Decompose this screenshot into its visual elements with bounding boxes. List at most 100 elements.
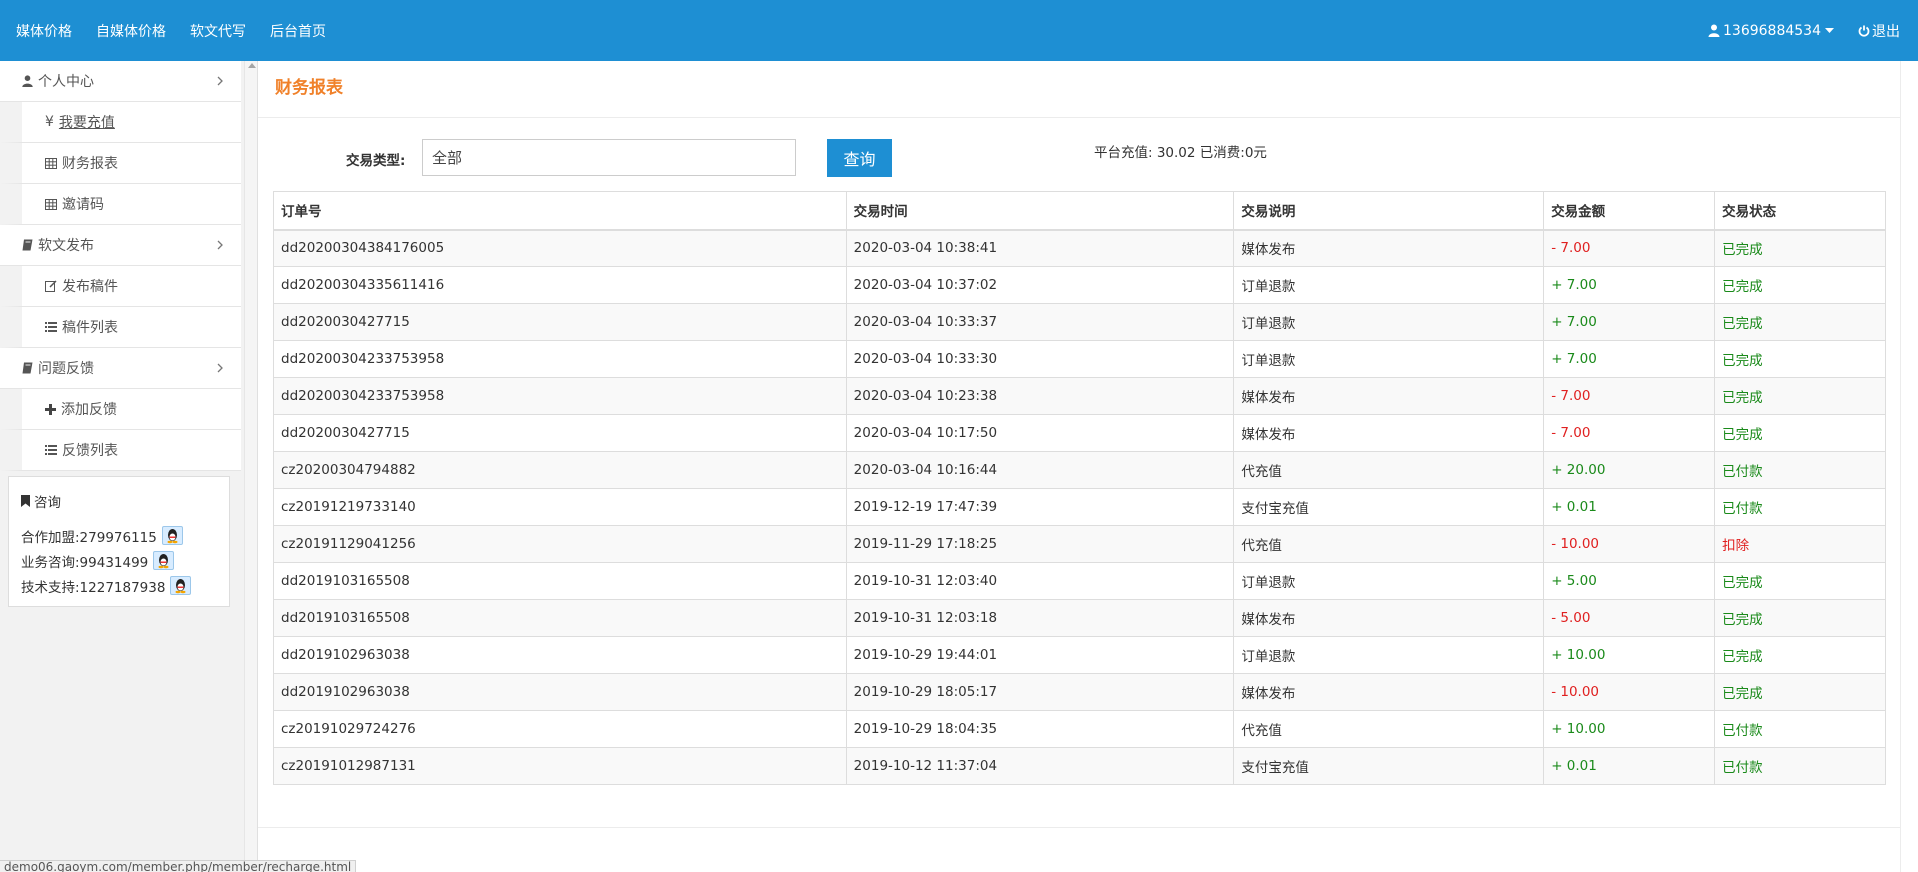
cell-status: 已完成	[1714, 562, 1886, 600]
cell-description: 订单退款	[1233, 303, 1545, 341]
book-icon	[22, 362, 33, 374]
cell-time: 2020-03-04 10:37:02	[845, 266, 1235, 304]
table-row: dd2019102963038 2019-10-29 18:05:17 媒体发布 - …	[273, 673, 1886, 711]
yen-icon: ¥	[45, 114, 54, 130]
table-row: dd2019103165508 2019-10-31 12:03:40 订单退款 + …	[273, 562, 1886, 600]
consult-tech-support: 技术支持:1227187938	[21, 579, 166, 596]
cell-order-no: cz20191219733140	[273, 488, 847, 526]
edit-icon	[45, 280, 57, 292]
cell-amount: - 7.00	[1543, 414, 1716, 452]
cell-time: 2019-10-29 18:04:35	[845, 710, 1235, 748]
table-row: dd20200304384176005 2020-03-04 10:38:41 媒体…	[273, 229, 1886, 267]
cell-time: 2019-12-19 17:47:39	[845, 488, 1235, 526]
cell-description: 代充值	[1233, 710, 1545, 748]
cell-status: 已付款	[1714, 451, 1886, 489]
table-body: dd20200304384176005 2020-03-04 10:38:41 媒体…	[273, 229, 1886, 785]
qq-icon[interactable]	[161, 526, 183, 545]
consult-title-label: 咨询	[34, 495, 61, 511]
cell-amount: - 10.00	[1543, 673, 1716, 711]
menu-group-feedback[interactable]: 问题反馈	[0, 348, 241, 389]
balance-summary: 平台充值: 30.02 已消费:0元	[1094, 145, 1267, 161]
consult-row: 技术支持:1227187938	[21, 573, 217, 598]
scroll-up-arrow-icon[interactable]	[248, 63, 256, 68]
nav-admin-home[interactable]: 后台首页	[270, 21, 326, 41]
bookmark-icon	[21, 495, 30, 507]
consult-panel: 咨询 合作加盟:279976115 业务咨询:99431499 技术支持:122…	[8, 476, 230, 607]
consult-title: 咨询	[21, 491, 217, 511]
cell-description: 支付宝充值	[1233, 488, 1545, 526]
cell-time: 2019-10-12 11:37:04	[845, 747, 1235, 785]
cell-description: 支付宝充值	[1233, 747, 1545, 785]
logout-button[interactable]: 退出	[1858, 21, 1900, 41]
cell-status: 已完成	[1714, 377, 1886, 415]
list-icon	[45, 445, 57, 455]
page-title: 财务报表	[275, 78, 343, 98]
cell-status: 已付款	[1714, 710, 1886, 748]
nav-ghostwriting[interactable]: 软文代写	[190, 21, 246, 41]
cell-order-no: cz20191129041256	[273, 525, 847, 563]
cell-status: 已付款	[1714, 488, 1886, 526]
cell-amount: + 5.00	[1543, 562, 1716, 600]
sidebar-scrollbar[interactable]	[244, 61, 258, 872]
sidebar-item-add-feedback[interactable]: 添加反馈	[0, 389, 241, 430]
cell-description: 媒体发布	[1233, 229, 1545, 267]
chevron-right-icon	[217, 74, 223, 90]
nav-media-price[interactable]: 媒体价格	[16, 21, 72, 41]
cell-time: 2020-03-04 10:33:37	[845, 303, 1235, 341]
table-icon	[45, 198, 57, 210]
sidebar-item-publish-article[interactable]: 发布稿件	[0, 266, 241, 307]
sidebar-item-invite-code[interactable]: 邀请码	[0, 184, 241, 225]
cell-time: 2019-10-31 12:03:18	[845, 599, 1235, 637]
cell-status: 已完成	[1714, 636, 1886, 674]
cell-amount: + 0.01	[1543, 747, 1716, 785]
menu-group-label: 个人中心	[38, 74, 94, 90]
col-amount: 交易金额	[1543, 191, 1716, 231]
table-row: cz20191029724276 2019-10-29 18:04:35 代充值 + …	[273, 710, 1886, 748]
cell-status: 已完成	[1714, 266, 1886, 304]
cell-time: 2020-03-04 10:16:44	[845, 451, 1235, 489]
cell-order-no: dd2020030427715	[273, 414, 847, 452]
book-icon	[22, 239, 33, 251]
plus-icon	[45, 403, 56, 415]
table-row: dd2020030427715 2020-03-04 10:17:50 媒体发布 - …	[273, 414, 1886, 452]
user-dropdown[interactable]: 13696884534	[1708, 23, 1834, 39]
cell-amount: + 20.00	[1543, 451, 1716, 489]
cell-time: 2020-03-04 10:23:38	[845, 377, 1235, 415]
user-icon	[22, 75, 33, 87]
sidebar-item-label: 反馈列表	[62, 443, 118, 459]
qq-icon[interactable]	[170, 576, 192, 595]
main-scrollbar[interactable]	[1900, 61, 1918, 872]
cell-time: 2019-10-29 18:05:17	[845, 673, 1235, 711]
sidebar-item-feedback-list[interactable]: 反馈列表	[0, 430, 241, 471]
query-button[interactable]: 查询	[827, 139, 892, 177]
cell-order-no: dd2019103165508	[273, 599, 847, 637]
cell-amount: - 10.00	[1543, 525, 1716, 563]
cell-order-no: dd2020030427715	[273, 303, 847, 341]
sidebar-item-label: 我要充值	[58, 115, 115, 131]
sidebar-item-financial-report[interactable]: 财务报表	[0, 143, 241, 184]
cell-time: 2019-11-29 17:18:25	[845, 525, 1235, 563]
cell-order-no: dd20200304335611416	[273, 266, 847, 304]
table-row: cz20191129041256 2019-11-29 17:18:25 代充值 - …	[273, 525, 1886, 563]
cell-order-no: cz20200304794882	[273, 451, 847, 489]
cell-description: 代充值	[1233, 451, 1545, 489]
qq-icon[interactable]	[153, 551, 175, 570]
cell-status: 已付款	[1714, 747, 1886, 785]
menu-group-article-publish[interactable]: 软文发布	[0, 225, 241, 266]
transaction-type-select[interactable]: 全部	[422, 139, 796, 176]
sidebar-item-article-list[interactable]: 稿件列表	[0, 307, 241, 348]
power-icon	[1858, 25, 1870, 37]
transactions-table: 订单号 交易时间 交易说明 交易金额 交易状态 dd20200304384176…	[273, 191, 1886, 785]
sidebar-item-label: 发布稿件	[62, 279, 118, 295]
cell-description: 订单退款	[1233, 340, 1545, 378]
col-order-no: 订单号	[273, 191, 847, 231]
cell-amount: + 7.00	[1543, 303, 1716, 341]
cell-status: 已完成	[1714, 303, 1886, 341]
nav-self-media-price[interactable]: 自媒体价格	[96, 21, 166, 41]
menu-group-personal-center[interactable]: 个人中心	[0, 61, 241, 102]
cell-order-no: dd20200304233753958	[273, 377, 847, 415]
table-row: cz20191219733140 2019-12-19 17:47:39 支付宝充值…	[273, 488, 1886, 526]
sidebar-item-recharge[interactable]: ¥ 我要充值	[0, 102, 241, 143]
cell-amount: - 7.00	[1543, 377, 1716, 415]
chevron-right-icon	[217, 361, 223, 377]
